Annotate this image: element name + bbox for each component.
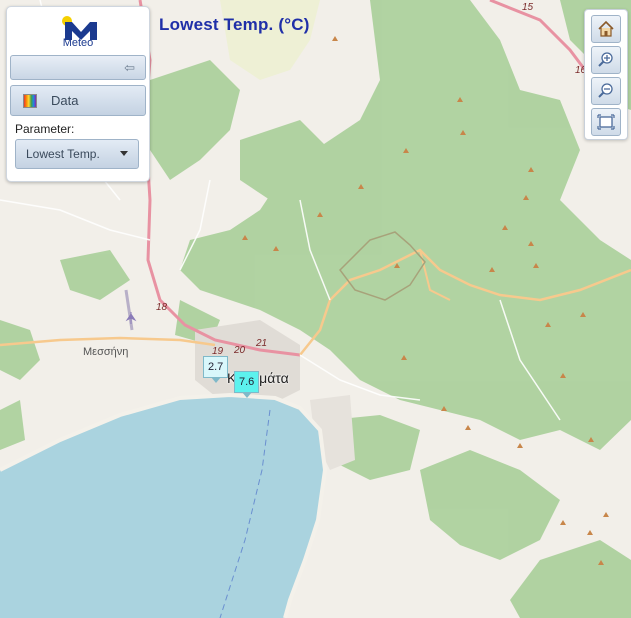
marker-value: 2.7 [208, 361, 224, 373]
data-button-label: Data [51, 93, 79, 108]
full-extent-icon [597, 114, 615, 130]
temperature-marker[interactable]: 2.7 [203, 356, 229, 383]
parameter-select-value: Lowest Temp. [26, 147, 100, 161]
map-view[interactable]: 15 16 18 19 20 21 Μεσσήνη Καλαμάτα 2.7 7… [0, 0, 631, 618]
temperature-marker[interactable]: 7.6 [234, 371, 260, 398]
road-number-21: 21 [256, 338, 268, 349]
road-number-15: 15 [522, 2, 534, 13]
color-scale-icon [23, 94, 37, 108]
zoom-in-button[interactable] [591, 46, 621, 74]
parameter-select[interactable]: Lowest Temp. [15, 139, 139, 169]
map-toolbar [584, 9, 628, 140]
zoom-out-button[interactable] [591, 77, 621, 105]
marker-value: 7.6 [239, 376, 255, 388]
parameter-label: Parameter: [15, 122, 75, 136]
chevron-down-icon [120, 151, 128, 156]
road-number-18: 18 [156, 302, 168, 313]
zoom-in-icon [598, 52, 613, 67]
data-button[interactable]: Data [10, 85, 146, 116]
arrow-left-icon: ⇦ [124, 60, 135, 75]
full-extent-button[interactable] [591, 108, 621, 136]
logo-text: Meteo [62, 37, 94, 49]
home-icon [598, 20, 614, 37]
zoom-out-icon [598, 83, 613, 98]
road-number-20: 20 [234, 345, 246, 356]
map-title: Lowest Temp. (°C) [159, 15, 310, 34]
control-panel: Meteo ⇦ Data Parameter: Lowest Temp. [6, 6, 150, 182]
collapse-panel-button[interactable]: ⇦ [10, 55, 146, 80]
place-label-messini: Μεσσήνη [83, 346, 129, 358]
home-button[interactable] [591, 15, 621, 43]
